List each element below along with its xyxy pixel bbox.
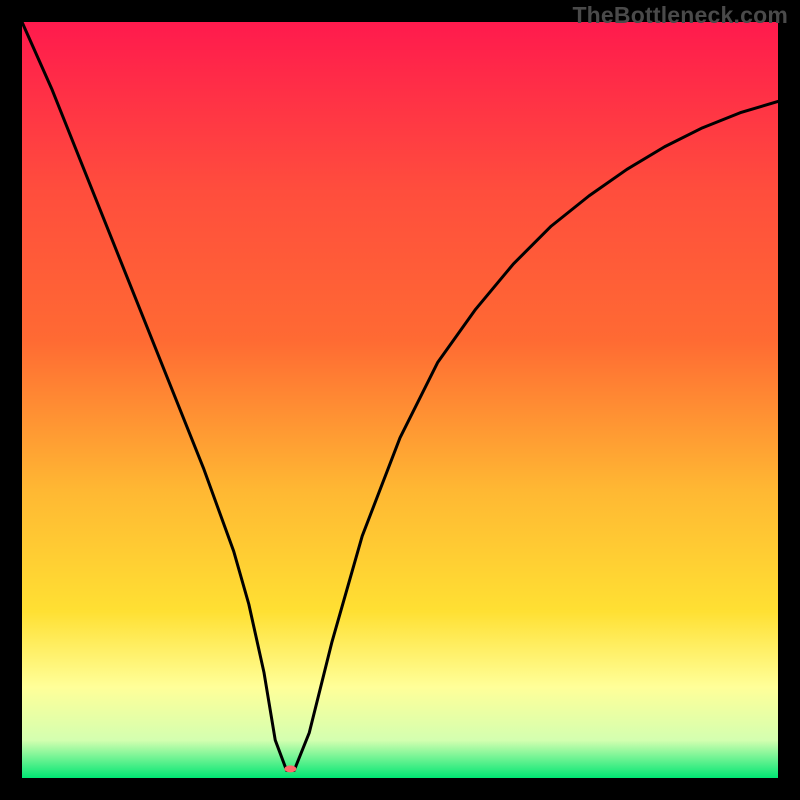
plot-svg — [22, 22, 778, 778]
chart-frame: TheBottleneck.com — [0, 0, 800, 800]
bottleneck-marker — [284, 765, 296, 772]
gradient-background — [22, 22, 778, 778]
plot-area — [22, 22, 778, 778]
watermark-text: TheBottleneck.com — [572, 2, 788, 29]
